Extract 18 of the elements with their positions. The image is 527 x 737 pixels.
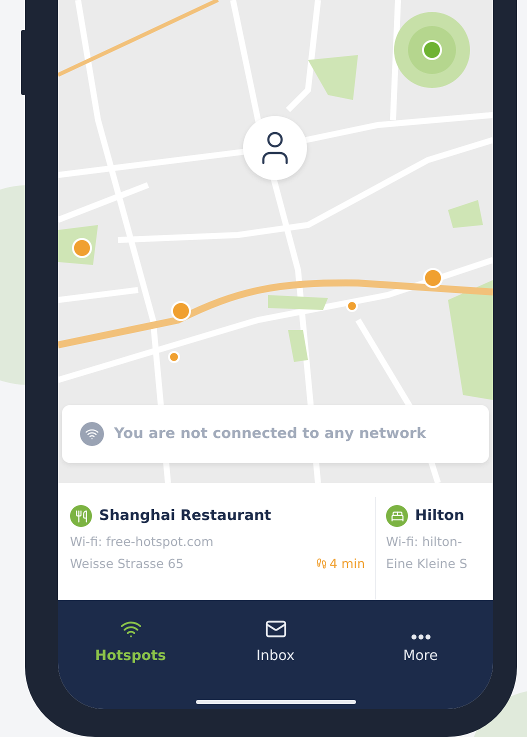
more-icon bbox=[410, 634, 430, 640]
tab[interactable]: Hotspots bbox=[58, 616, 203, 664]
tab[interactable]: More bbox=[348, 616, 493, 664]
bed-icon bbox=[386, 505, 408, 527]
wifi-icon bbox=[80, 422, 104, 446]
wifi-name: Wi-fi: free-hotspot.com bbox=[70, 534, 214, 549]
place-address: Weisse Strasse 65 bbox=[70, 556, 184, 571]
place-name: Shanghai Restaurant bbox=[99, 508, 272, 524]
place-address: Eine Kleine S bbox=[386, 556, 468, 571]
walk-time: 4 min bbox=[316, 556, 365, 571]
place-name: Hilton bbox=[415, 508, 464, 524]
footprints-icon bbox=[316, 558, 326, 569]
restaurant-icon bbox=[70, 505, 92, 527]
wifi-name: Wi-fi: hilton- bbox=[386, 534, 463, 549]
hotspot-card[interactable]: Hilton Wi-fi: hilton- Eine Kleine S bbox=[376, 497, 486, 600]
tab[interactable]: Inbox bbox=[203, 616, 348, 664]
mail-icon bbox=[264, 618, 286, 640]
notice-text: You are not connected to any network bbox=[114, 426, 426, 442]
